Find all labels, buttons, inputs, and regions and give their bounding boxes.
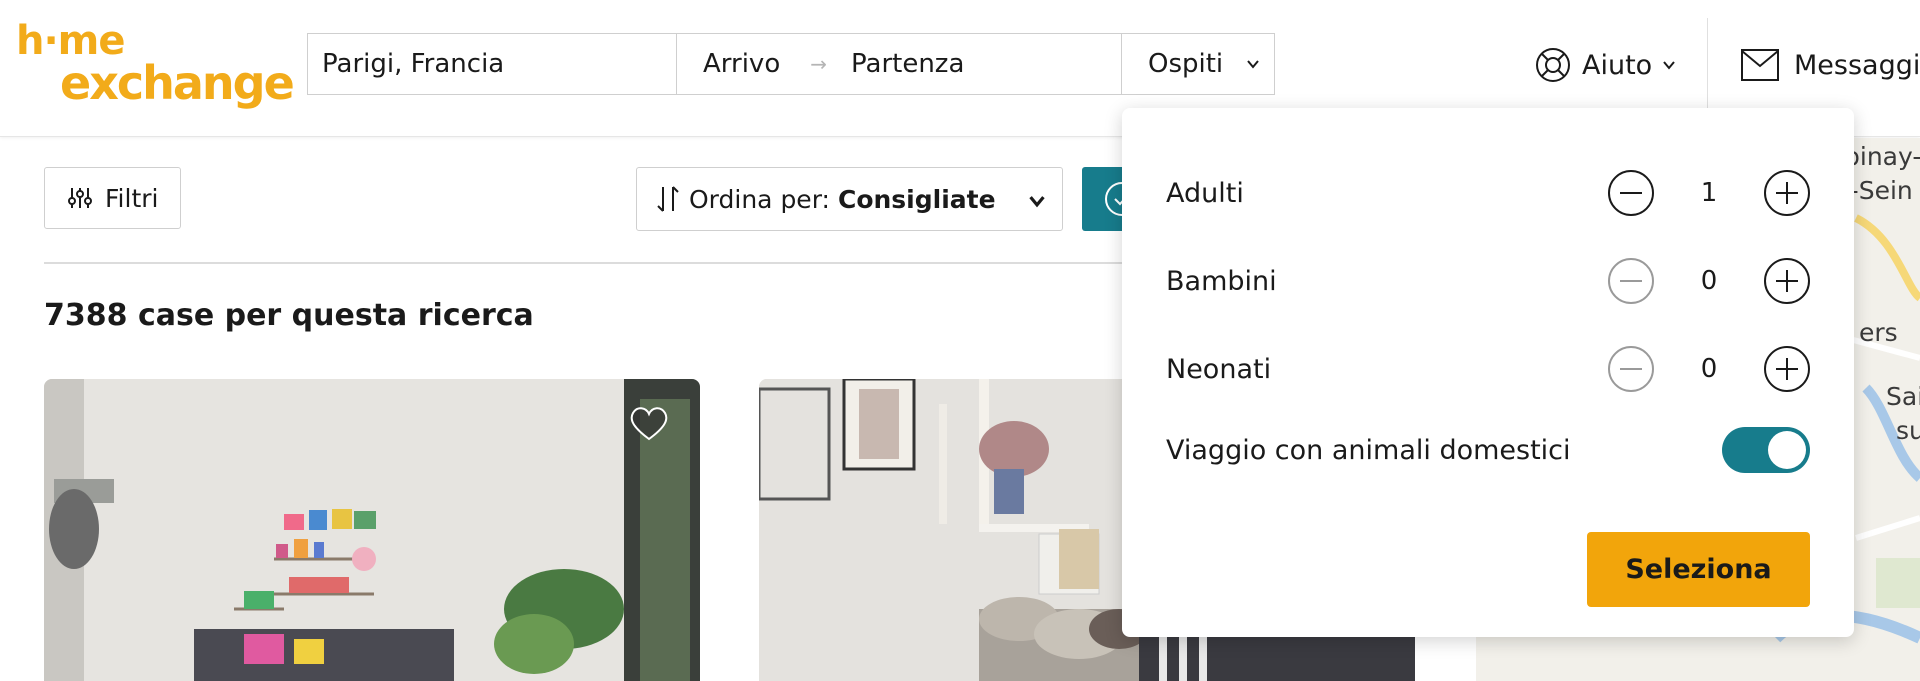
logo-line-2: exchange [60,56,295,110]
sort-select[interactable]: Ordina per: Consigliate [636,167,1063,231]
chevron-down-icon [1029,196,1045,208]
guests-select[interactable]: Ospiti [1121,33,1275,95]
location-input[interactable]: Parigi, Francia [307,33,677,95]
infants-count: 0 [1700,354,1718,384]
listing-photo [44,379,700,681]
homeexchange-logo[interactable]: h·me exchange [16,18,295,110]
pets-toggle[interactable] [1722,427,1810,473]
departure-field[interactable]: Partenza [851,49,964,79]
dates-field[interactable]: Arrivo → Partenza [677,33,1122,95]
toolbar-divider [44,262,1144,264]
infants-decrement-button[interactable] [1608,346,1654,392]
map-label: Sai [1886,382,1920,411]
adults-row: Adulti 1 [1166,168,1810,218]
favorite-heart-icon[interactable] [628,404,670,442]
children-decrement-button[interactable] [1608,258,1654,304]
search-bar: Parigi, Francia Arrivo → Partenza Ospiti [307,33,1276,95]
map-label: pinay- [1844,142,1920,171]
sort-arrows-icon [657,186,679,212]
filters-label: Filtri [105,183,159,213]
infants-stepper: 0 [1608,344,1810,394]
children-label: Bambini [1166,265,1277,297]
adults-label: Adulti [1166,177,1244,209]
sort-value: Consigliate [837,184,996,214]
messages-link[interactable]: Messaggi [1740,44,1920,86]
location-value: Parigi, Francia [322,49,505,79]
adults-decrement-button[interactable] [1608,170,1654,216]
chevron-down-icon [1247,60,1259,69]
pets-row: Viaggio con animali domestici [1166,425,1810,475]
map-label: su [1896,416,1920,445]
chevron-down-icon [1663,61,1675,70]
messages-label: Messaggi [1794,49,1920,81]
children-count: 0 [1700,266,1718,296]
infants-row: Neonati 0 [1166,344,1810,394]
filters-button[interactable]: Filtri [44,167,181,229]
listing-card-photo[interactable] [44,379,700,681]
select-button[interactable]: Seleziona [1587,532,1810,607]
infants-increment-button[interactable] [1764,346,1810,392]
help-menu[interactable]: Aiuto [1534,44,1676,86]
arrow-right-icon: → [810,52,827,76]
pets-label: Viaggio con animali domestici [1166,434,1571,466]
results-count: 7388 case per questa ricerca [44,298,534,333]
map-label: ers [1859,318,1898,347]
adults-increment-button[interactable] [1764,170,1810,216]
children-stepper: 0 [1608,256,1810,306]
infants-label: Neonati [1166,353,1272,385]
adults-count: 1 [1700,178,1718,208]
lifebuoy-icon [1536,48,1570,82]
children-row: Bambini 0 [1166,256,1810,306]
guests-label: Ospiti [1148,49,1224,79]
arrival-field[interactable]: Arrivo [703,49,780,79]
header-divider [1707,18,1708,118]
envelope-icon [1741,49,1779,81]
children-increment-button[interactable] [1764,258,1810,304]
guests-dropdown: Adulti 1 Bambini 0 Neonati 0 Viaggio con… [1122,108,1854,637]
sliders-icon [68,188,92,208]
toggle-knob [1768,431,1806,469]
adults-stepper: 1 [1608,168,1810,218]
help-label: Aiuto [1582,49,1653,81]
sort-label: Ordina per: [689,184,830,214]
